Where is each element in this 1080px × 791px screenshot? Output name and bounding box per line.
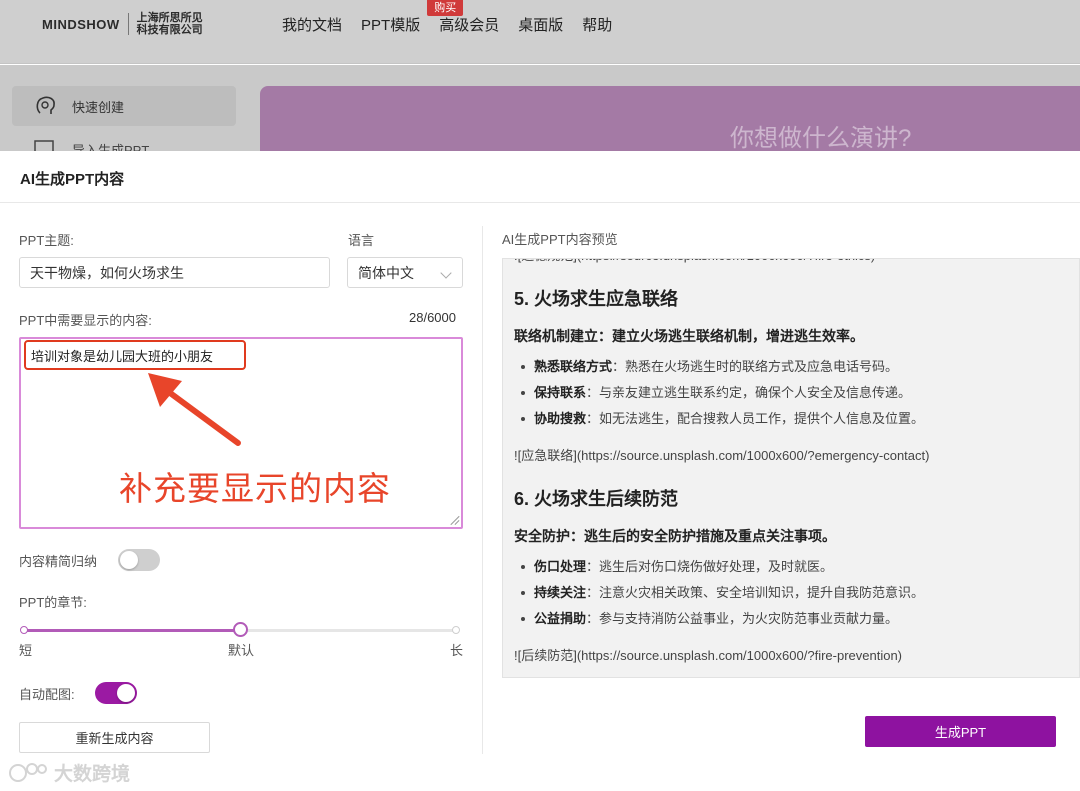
char-count: 28/6000 <box>409 310 456 325</box>
language-select[interactable]: 简体中文 <box>347 257 463 288</box>
watermark-logo-icon <box>9 762 47 782</box>
preview-section-subtitle: 安全防护：逃生后的安全防护措施及重点关注事项。 <box>514 528 836 544</box>
toggle-knob <box>117 684 135 702</box>
logo[interactable]: MINDSHOW 上海所思所见 科技有限公司 <box>42 12 203 36</box>
logo-company-line2: 科技有限公司 <box>136 24 203 36</box>
list-item-desc: ：注意火灾相关政策、安全培训知识，提升自我防范意识。 <box>586 585 925 600</box>
annotation-text: 补充要显示的内容 <box>119 469 391 508</box>
logo-divider <box>127 13 129 35</box>
preview-image-link: ![后续防范](https://source.unsplash.com/1000… <box>514 648 903 663</box>
preview-image-link: ![道德规范](https://source.unsplash.com/1000… <box>514 259 1074 266</box>
top-navigation-bar: MINDSHOW 上海所思所见 科技有限公司 我的文档 PPT模版 购买 高级会… <box>0 0 1080 64</box>
logo-company: 上海所思所见 科技有限公司 <box>137 12 203 36</box>
topic-input-value: 天干物燥，如何火场求生 <box>30 264 184 281</box>
banner-prompt: 你想做什么演讲? <box>730 125 912 152</box>
main-nav: 我的文档 PPT模版 购买 高级会员 桌面版 帮助 <box>282 0 612 35</box>
logo-company-line1: 上海所思所见 <box>136 12 203 24</box>
list-item: 协助搜救：如无法逃生，配合搜救人员工作，提供个人信息及位置。 <box>514 406 1074 432</box>
panel-divider <box>482 226 483 754</box>
chapters-label: PPT的章节: <box>19 595 87 610</box>
language-select-value: 简体中文 <box>358 264 414 281</box>
chapters-slider[interactable] <box>20 622 460 637</box>
logo-text: MINDSHOW <box>42 16 120 32</box>
preview-section-subtitle: 联络机制建立：建立火场逃生联络机制，增进逃生效率。 <box>514 328 864 344</box>
regenerate-button[interactable]: 重新生成内容 <box>19 722 210 753</box>
list-item: 持续关注：注意火灾相关政策、安全培训知识，提升自我防范意识。 <box>514 580 1074 606</box>
preview-section-title: 5. 火场求生应急联络 <box>514 289 679 309</box>
language-label: 语言 <box>348 233 375 248</box>
auto-image-toggle[interactable] <box>95 682 137 704</box>
slider-fill <box>24 629 240 632</box>
preview-list: 伤口处理：逃生后对伤口烧伤做好处理，及时就医。 持续关注：注意火灾相关政策、安全… <box>514 554 1074 632</box>
preview-image-link: ![应急联络](https://source.unsplash.com/1000… <box>514 448 930 463</box>
list-item-term: 保持联系 <box>534 385 587 400</box>
list-item-term: 公益捐助 <box>534 611 587 626</box>
preview-list: 熟悉联络方式：熟悉在火场逃生时的联络方式及应急电话号码。 保持联系：与亲友建立逃… <box>514 354 1074 432</box>
slider-label-long: 长 <box>450 643 464 658</box>
hero-banner: 你想做什么演讲? <box>260 86 1080 152</box>
topic-label: PPT主题: <box>19 233 74 248</box>
sidebar-item-quick-create[interactable]: 快速创建 <box>12 86 236 126</box>
annotation-highlight-box <box>24 340 246 370</box>
nav-help[interactable]: 帮助 <box>582 14 612 35</box>
nav-ppt-templates[interactable]: PPT模版 <box>361 14 420 35</box>
list-item-desc: ：熟悉在火场逃生时的联络方式及应急电话号码。 <box>612 359 899 374</box>
ai-generate-modal: AI生成PPT内容 PPT主题: 天干物燥，如何火场求生 语言 简体中文 PPT… <box>0 151 1080 791</box>
nav-my-documents[interactable]: 我的文档 <box>282 14 342 35</box>
nav-desktop[interactable]: 桌面版 <box>518 14 563 35</box>
preview-panel[interactable]: ![道德规范](https://source.unsplash.com/1000… <box>502 258 1080 678</box>
nav-premium-label: 高级会员 <box>439 17 500 34</box>
auto-image-label: 自动配图: <box>19 687 75 702</box>
slider-label-default: 默认 <box>228 643 255 658</box>
watermark: 大数跨境 <box>8 759 130 786</box>
topic-input[interactable]: 天干物燥，如何火场求生 <box>19 257 330 288</box>
list-item-desc: ：逃生后对伤口烧伤做好处理，及时就医。 <box>586 559 834 574</box>
slider-dot-long[interactable] <box>452 626 460 634</box>
list-item-term: 持续关注 <box>534 585 587 600</box>
list-item-term: 熟悉联络方式 <box>534 359 613 374</box>
nav-premium[interactable]: 购买 高级会员 <box>427 0 500 35</box>
generate-ppt-button[interactable]: 生成PPT <box>865 716 1056 747</box>
toggle-knob <box>120 551 138 569</box>
list-item: 公益捐助：参与支持消防公益事业，为火灾防范事业贡献力量。 <box>514 606 1074 632</box>
preview-label: AI生成PPT内容预览 <box>502 232 618 247</box>
list-item-desc: ：与亲友建立逃生联系约定，确保个人安全及信息传递。 <box>586 385 912 400</box>
preview-section-title: 6. 火场求生后续防范 <box>514 489 679 509</box>
simplify-toggle[interactable] <box>118 549 160 571</box>
list-item: 熟悉联络方式：熟悉在火场逃生时的联络方式及应急电话号码。 <box>514 354 1074 380</box>
list-item-term: 协助搜救 <box>534 411 587 426</box>
list-item-desc: ：如无法逃生，配合搜救人员工作，提供个人信息及位置。 <box>586 411 925 426</box>
content-label: PPT中需要显示的内容: <box>19 313 152 328</box>
slider-handle[interactable] <box>233 622 248 637</box>
resize-grip-icon[interactable] <box>449 515 459 525</box>
modal-divider <box>0 202 1080 203</box>
brain-icon <box>36 96 55 114</box>
slider-dot-short[interactable] <box>20 626 28 634</box>
buy-badge[interactable]: 购买 <box>427 0 464 16</box>
list-item-desc: ：参与支持消防公益事业，为火灾防范事业贡献力量。 <box>586 611 899 626</box>
chevron-down-icon <box>440 267 452 279</box>
list-item: 保持联系：与亲友建立逃生联系约定，确保个人安全及信息传递。 <box>514 380 1074 406</box>
annotation-arrow-icon <box>148 373 241 446</box>
list-item-term: 伤口处理 <box>534 559 587 574</box>
modal-title: AI生成PPT内容 <box>20 171 125 188</box>
sidebar-item-label: 快速创建 <box>72 99 125 115</box>
list-item: 伤口处理：逃生后对伤口烧伤做好处理，及时就医。 <box>514 554 1074 580</box>
watermark-text: 大数跨境 <box>54 764 131 785</box>
simplify-label: 内容精简归纳 <box>19 554 98 569</box>
slider-label-short: 短 <box>19 643 33 658</box>
preview-content: ![道德规范](https://source.unsplash.com/1000… <box>514 259 1074 666</box>
